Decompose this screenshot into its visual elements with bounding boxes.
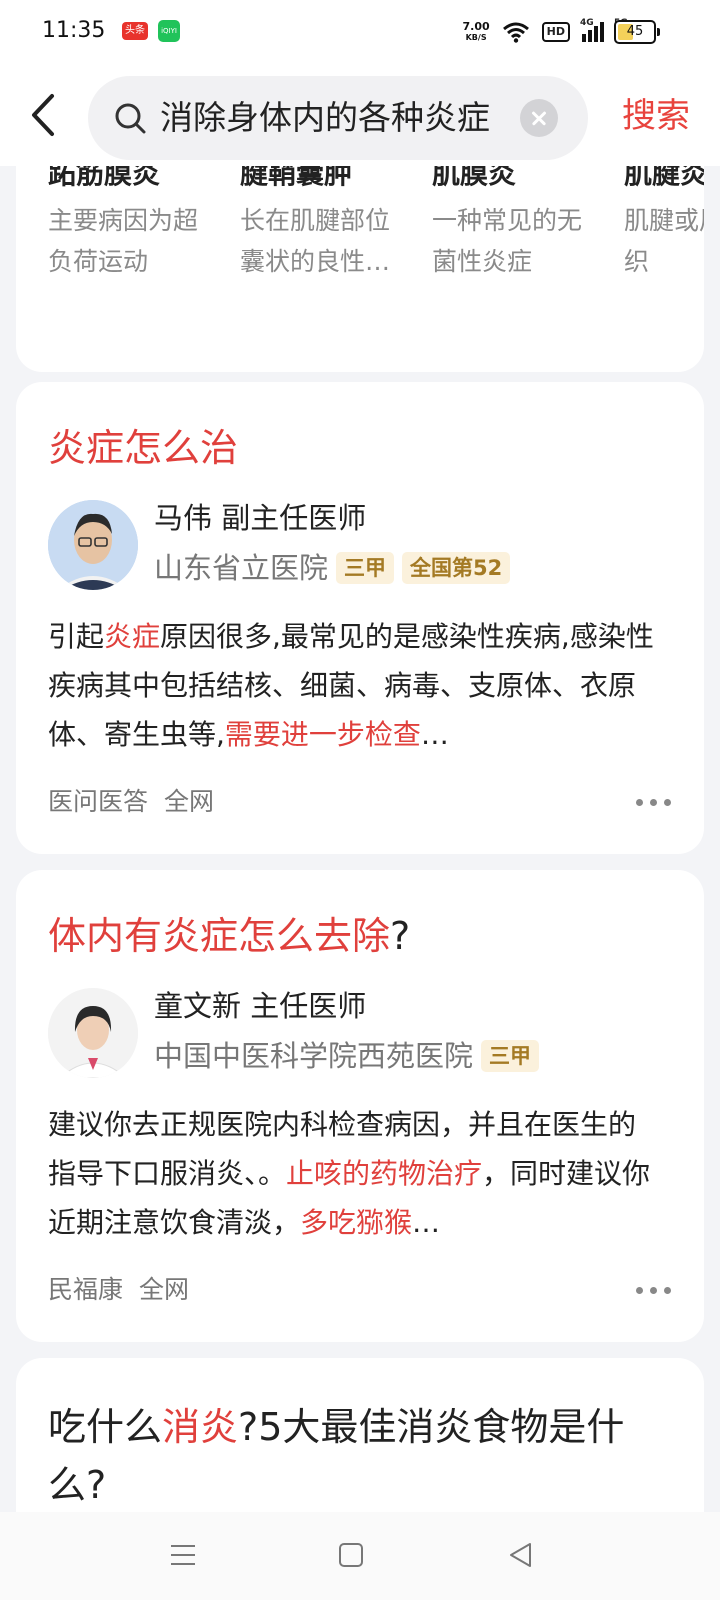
search-query-value: 消除身体内的各种炎症 [160, 98, 490, 137]
answer-highlight: 止咳的药物治疗 [286, 1157, 483, 1190]
source-site: 民福康 [48, 1275, 124, 1304]
hospital-name: 中国中医科学院西苑医院 [154, 1039, 474, 1073]
source-scope: 全网 [139, 1275, 190, 1304]
result-title[interactable]: 吃什么消炎?5大最佳消炎食物是什么? [48, 1398, 668, 1514]
related-item-desc: 一种常见的无菌性炎症 [432, 206, 583, 276]
toutiao-app-icon: 头条 [122, 22, 148, 40]
result-title-text: 吃什么 [48, 1405, 163, 1449]
result-title-rest: ? [390, 914, 411, 958]
iqiyi-app-icon: iQIYI [158, 20, 180, 42]
related-item-desc: 长在肌腱部位囊状的良性… [240, 206, 391, 276]
network-speed-value: 7.00 [462, 20, 490, 33]
doctor-photo [48, 500, 138, 590]
doctor-name: 童文新 主任医师 [154, 989, 367, 1023]
answer-ellipsis: … [412, 1206, 441, 1239]
search-button[interactable]: 搜索 [622, 94, 690, 138]
search-icon [115, 103, 146, 134]
result-source: 民福康 全网 [48, 1272, 189, 1308]
signal-4g-icon: 4G [580, 18, 604, 42]
result-title[interactable]: 体内有炎症怎么去除? [48, 908, 410, 964]
source-scope: 全网 [164, 787, 215, 816]
search-header: 消除身体内的各种炎症 搜索 [0, 64, 720, 166]
hospital-grade-tag: 三甲 [481, 1040, 540, 1072]
status-time: 11:35 [42, 18, 106, 43]
wifi-icon [502, 22, 529, 43]
answer-text: 引起 [48, 620, 105, 653]
answer-highlight: 需要进一步检查 [224, 718, 421, 751]
search-query-text[interactable]: 消除身体内的各种炎症 [160, 98, 496, 138]
doctor-name: 马伟 副主任医师 [154, 501, 367, 535]
answer-highlight: 炎症 [104, 620, 161, 653]
back-triangle-icon[interactable] [506, 1540, 536, 1570]
battery-icon: 45 [614, 20, 660, 44]
more-options-icon[interactable] [636, 795, 674, 809]
result-answer[interactable]: 引起炎症原因很多,最常见的是感染性疾病,感染性疾病其中包括结核、细菌、病毒、支原… [48, 612, 658, 759]
menu-icon[interactable] [168, 1540, 198, 1570]
result-title-highlight: 体内有炎症怎么去除 [48, 914, 391, 958]
home-square-icon[interactable] [336, 1540, 366, 1570]
signal-4g-label: 4G [580, 18, 594, 28]
doctor-photo [48, 988, 138, 1078]
result-answer[interactable]: 建议你去正规医院内科检查病因，并且在医生的指导下口服消炎、。止咳的药物治疗，同时… [48, 1100, 658, 1247]
result-title-highlight: 炎症怎么治 [48, 426, 239, 470]
answer-highlight: 多吃猕猴 [300, 1206, 413, 1239]
screen: 11:35 头条 iQIYI 7.00 KB/S HD 4G 5G [0, 0, 720, 1600]
result-card[interactable]: 炎症怎么治 马伟 副主任医师 山东省立医院 三甲 全国第52 引起炎症原因很多,… [16, 382, 704, 854]
related-item-desc: 主要病因为超负荷运动 [48, 206, 199, 276]
hospital-grade-tag: 三甲 [336, 552, 395, 584]
more-options-icon[interactable] [636, 1283, 674, 1297]
system-nav-bar [0, 1512, 720, 1600]
result-card[interactable]: 体内有炎症怎么去除? 童文新 主任医师 中国中医科学院西苑医院 三甲 建议你去正… [16, 870, 704, 1342]
doctor-avatar[interactable] [48, 500, 138, 590]
doctor-hospital: 山东省立医院 三甲 全国第52 [154, 548, 511, 588]
battery-level: 45 [626, 24, 644, 39]
hd-voice-icon: HD [541, 22, 570, 42]
status-indicators: 7.00 KB/S HD 4G 5G [463, 16, 638, 48]
back-arrow-icon[interactable] [24, 92, 64, 138]
source-site: 医问医答 [48, 787, 149, 816]
doctor-hospital: 中国中医科学院西苑医院 三甲 [154, 1036, 540, 1076]
result-title-highlight: 消炎 [162, 1405, 239, 1449]
network-speed-unit: KB/S [465, 33, 487, 42]
doctor-avatar[interactable] [48, 988, 138, 1078]
related-item-desc: 肌腱或周围组织 [624, 206, 704, 276]
hospital-rank-tag: 全国第52 [402, 552, 511, 584]
answer-ellipsis: … [420, 718, 449, 751]
search-input[interactable]: 消除身体内的各种炎症 [88, 76, 588, 160]
status-bar: 11:35 头条 iQIYI 7.00 KB/S HD 4G 5G [0, 0, 720, 64]
network-speed: 7.00 KB/S [463, 21, 490, 43]
clear-search-icon[interactable] [520, 99, 558, 137]
result-source: 医问医答 全网 [48, 784, 214, 820]
hospital-name: 山东省立医院 [154, 551, 329, 585]
result-title[interactable]: 炎症怎么治 [48, 420, 238, 476]
